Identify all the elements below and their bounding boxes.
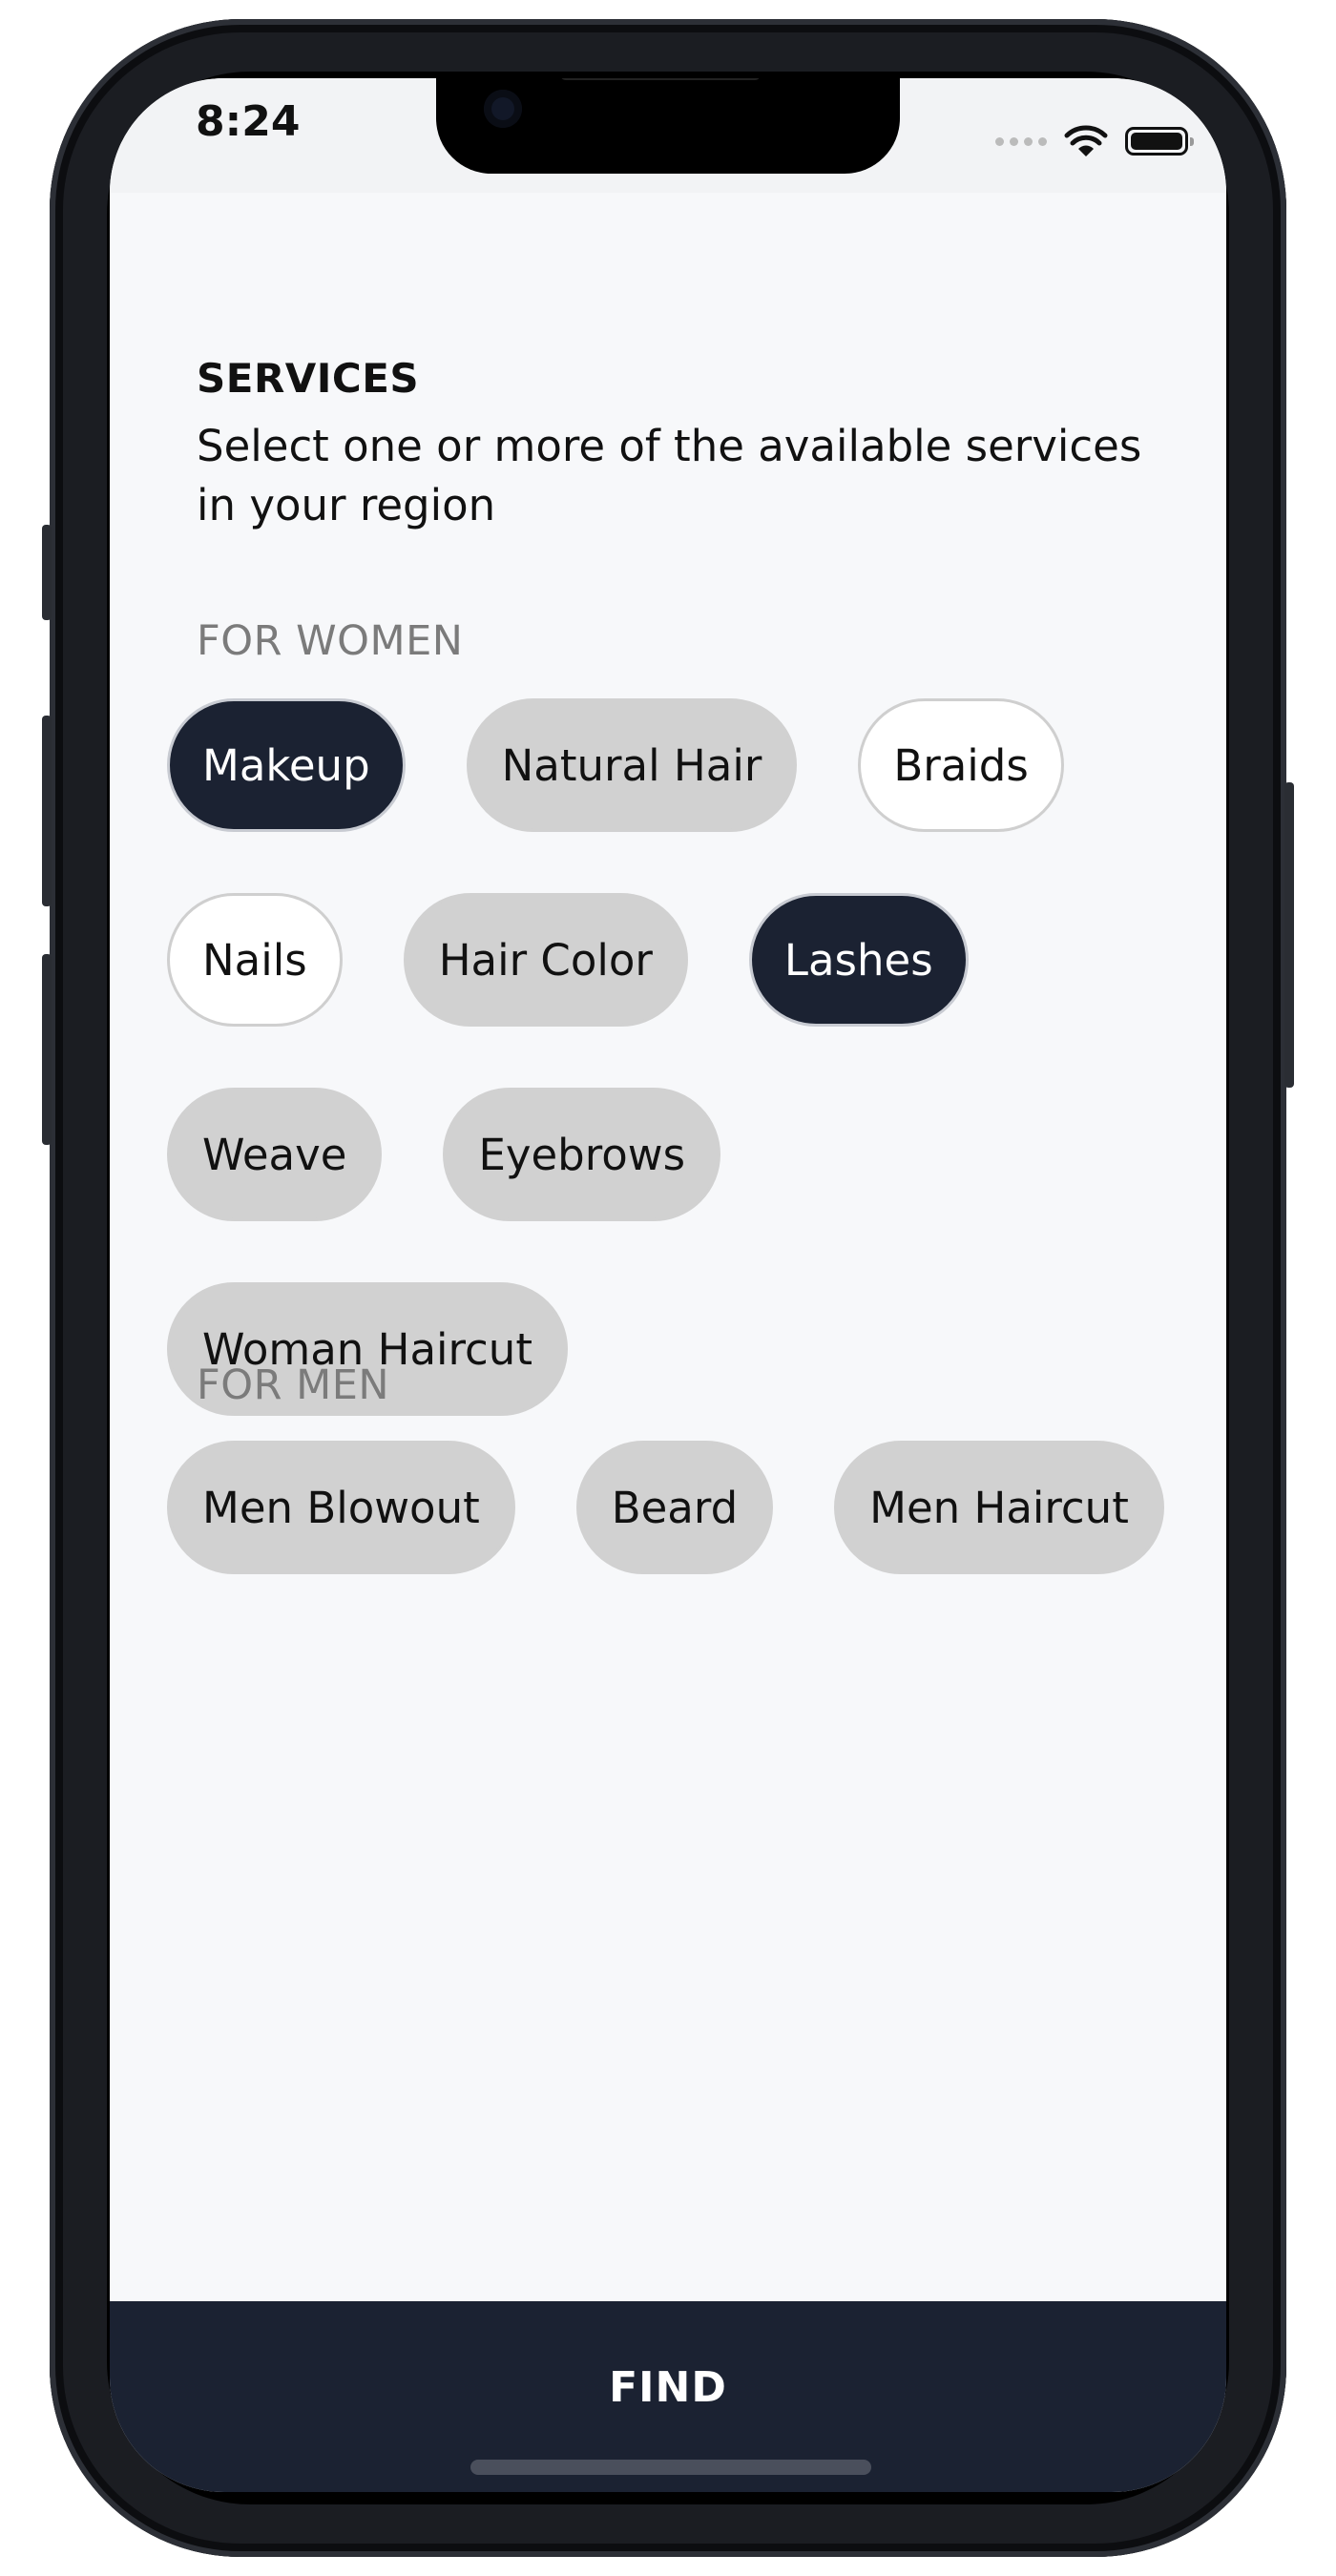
service-chip-beard[interactable]: Beard [575, 1441, 774, 1574]
wifi-icon [1064, 125, 1108, 156]
volume-up-button [42, 716, 52, 906]
page-title: SERVICES [197, 355, 420, 402]
earpiece-speaker [560, 78, 761, 80]
status-indicators [995, 124, 1194, 158]
battery-icon [1125, 127, 1194, 156]
women-group-label: FOR WOMEN [197, 617, 464, 665]
power-button [1284, 782, 1294, 1088]
volume-down-button [42, 954, 52, 1145]
status-time: 8:24 [196, 97, 301, 146]
service-chip-makeup[interactable]: Makeup [167, 698, 406, 832]
service-chip-men-blowout[interactable]: Men Blowout [167, 1441, 515, 1574]
service-chip-natural-hair[interactable]: Natural Hair [466, 698, 798, 832]
front-camera [484, 90, 522, 128]
page-subtitle: Select one or more of the available serv… [197, 421, 1142, 530]
men-group-label: FOR MEN [197, 1361, 390, 1409]
service-chip-nails[interactable]: Nails [167, 893, 343, 1027]
service-chip-hair-color[interactable]: Hair Color [403, 893, 688, 1027]
find-button[interactable]: FIND [110, 2301, 1226, 2492]
men-services-list: Men Blowout Beard Men Haircut [167, 1441, 1179, 1574]
notch [436, 78, 900, 174]
home-indicator [470, 2460, 871, 2475]
status-bar: 8:24 [110, 78, 1226, 193]
service-chip-men-haircut[interactable]: Men Haircut [834, 1441, 1164, 1574]
app-screen: 8:24 SERVICES Select one or more of the … [110, 78, 1226, 2492]
women-services-list: Makeup Natural Hair Braids Nails Hair Color L… [167, 698, 1179, 1416]
service-chip-weave[interactable]: Weave [167, 1088, 383, 1221]
mute-switch [42, 525, 52, 620]
find-button-label: FIND [609, 2362, 727, 2412]
service-chip-lashes[interactable]: Lashes [748, 893, 969, 1027]
signal-dots-icon [995, 136, 1047, 146]
service-chip-eyebrows[interactable]: Eyebrows [443, 1088, 721, 1221]
service-chip-braids[interactable]: Braids [858, 698, 1064, 832]
